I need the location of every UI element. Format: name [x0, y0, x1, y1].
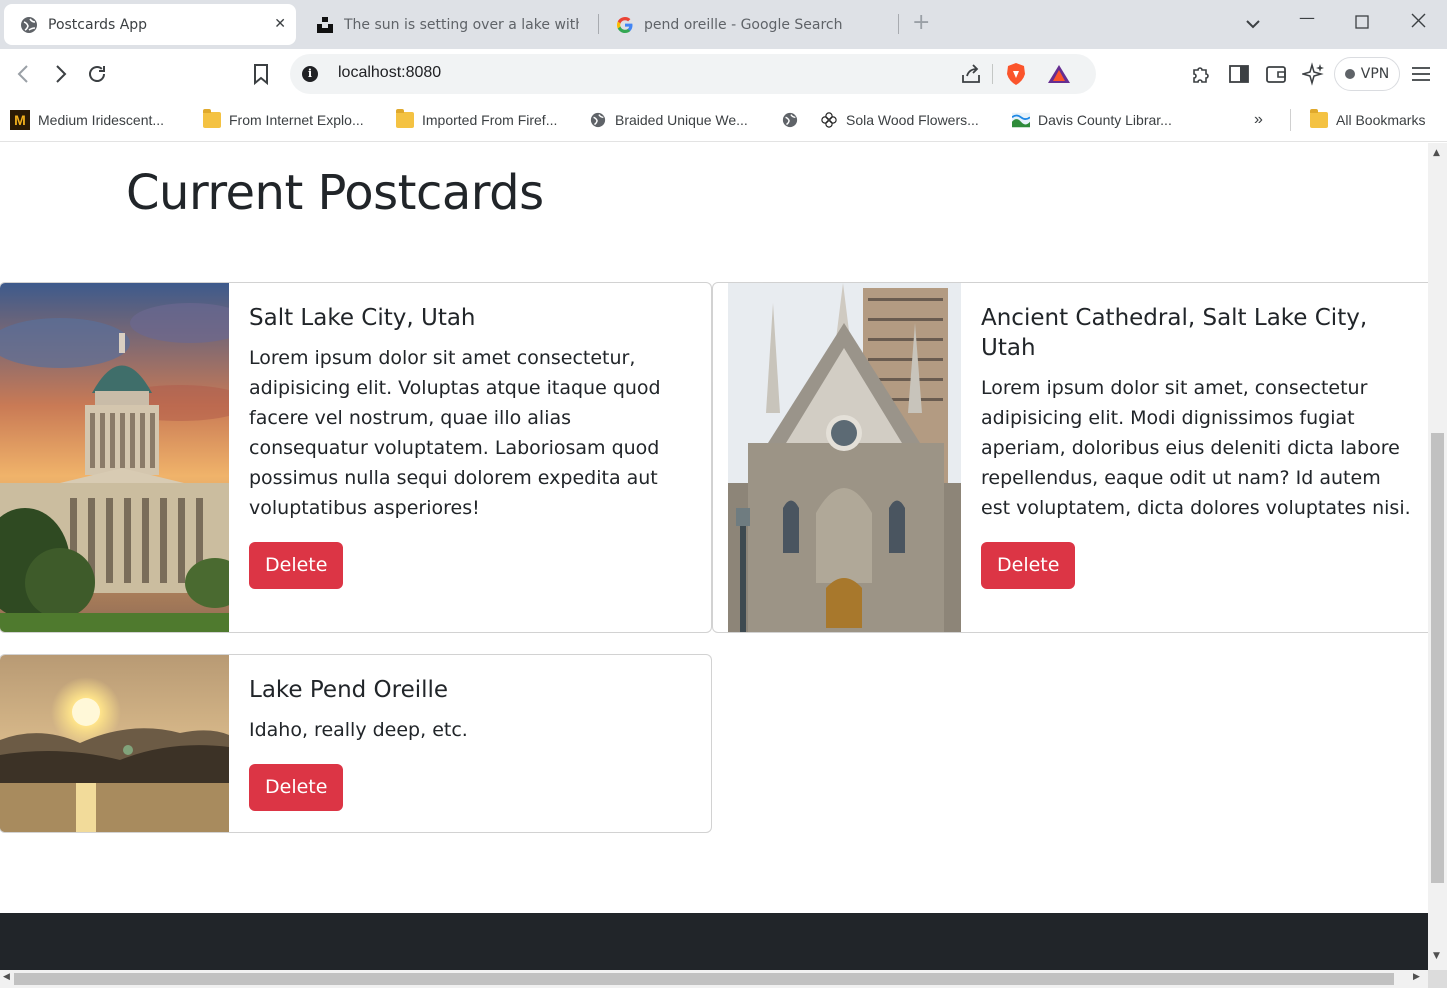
address-bar[interactable]: i localhost:8080	[290, 54, 1096, 94]
bookmark-label: Braided Unique We...	[615, 112, 748, 128]
browser-toolbar: i localhost:8080 VPN	[0, 49, 1447, 99]
m-logo-icon: M	[10, 110, 30, 130]
postcard-body: Salt Lake City, Utah Lorem ipsum dolor s…	[249, 303, 693, 589]
postcard-title: Salt Lake City, Utah	[249, 305, 476, 331]
omnibox-divider	[992, 64, 993, 84]
new-tab-icon[interactable]: +	[912, 10, 930, 35]
extensions-icon[interactable]	[1189, 62, 1213, 86]
menu-icon[interactable]	[1409, 62, 1433, 86]
brave-shields-icon[interactable]	[1005, 62, 1027, 86]
bookmark-label: From Internet Explo...	[229, 112, 364, 128]
bookmark-item[interactable]	[781, 109, 807, 131]
tab-separator	[898, 14, 899, 34]
globe-icon	[21, 16, 37, 33]
bookmarks-divider	[1290, 109, 1291, 131]
tab-strip: Postcards App ✕ The sun is setting over …	[0, 0, 1447, 49]
share-icon[interactable]	[960, 63, 982, 85]
page-viewport: Current Postcards Salt Lake City, Utah L…	[0, 143, 1428, 970]
delete-button[interactable]: Delete	[249, 542, 344, 589]
scrollbar-thumb[interactable]	[14, 973, 1394, 985]
bookmark-label: Sola Wood Flowers...	[846, 112, 979, 128]
bookmark-folder[interactable]: Imported From Firef...	[396, 109, 557, 131]
tab-google-search[interactable]: pend oreille - Google Search	[600, 4, 890, 45]
scroll-left-icon[interactable]: ◀	[3, 972, 10, 982]
folder-icon	[396, 109, 414, 128]
bookmark-item[interactable]: Braided Unique We...	[589, 109, 748, 131]
library-icon	[1012, 112, 1030, 128]
delete-button[interactable]: Delete	[249, 764, 344, 811]
postcard-title: Lake Pend Oreille	[249, 677, 449, 703]
bookmark-folder[interactable]: From Internet Explo...	[203, 109, 364, 131]
bookmark-item[interactable]: Sola Wood Flowers...	[820, 109, 979, 131]
postcard-text: Lorem ipsum dolor sit amet consectetur, …	[249, 347, 661, 519]
close-icon[interactable]: ✕	[274, 16, 286, 32]
more-bookmarks-icon[interactable]: »	[1254, 109, 1263, 131]
back-icon[interactable]	[12, 62, 36, 86]
bookmark-icon[interactable]	[249, 62, 273, 86]
postcard-body: Lake Pend Oreille Idaho, really deep, et…	[249, 675, 693, 811]
postcard-title: Ancient Cathedral, Salt Lake City, Utah	[981, 305, 1368, 361]
site-info-icon[interactable]: i	[302, 66, 318, 82]
lake-sunset-photo	[0, 655, 229, 832]
page-title: Current Postcards	[126, 165, 544, 221]
forward-icon[interactable]	[48, 62, 72, 86]
bookmarks-bar: M Medium Iridescent... From Internet Exp…	[0, 99, 1447, 142]
folder-icon	[1310, 109, 1328, 128]
tab-separator	[598, 14, 599, 34]
postcard-card: Lake Pend Oreille Idaho, really deep, et…	[0, 654, 712, 833]
vpn-button[interactable]: VPN	[1334, 57, 1400, 91]
cathedral-photo	[728, 283, 961, 632]
bookmark-label: Davis County Librar...	[1038, 112, 1172, 128]
all-bookmarks-folder[interactable]: All Bookmarks	[1310, 109, 1425, 131]
vertical-scrollbar[interactable]: ▲ ▼	[1428, 143, 1447, 970]
postcard-card: Salt Lake City, Utah Lorem ipsum dolor s…	[0, 282, 712, 633]
globe-icon	[782, 112, 798, 128]
brave-rewards-icon[interactable]	[1047, 63, 1071, 85]
vpn-label: VPN	[1360, 66, 1390, 82]
tab-unsplash[interactable]: The sun is setting over a lake with a	[300, 4, 590, 45]
delete-button[interactable]: Delete	[981, 542, 1076, 589]
wallet-icon[interactable]	[1264, 62, 1288, 86]
maximize-icon[interactable]	[1355, 14, 1369, 33]
flower-icon	[821, 112, 837, 128]
tab-title: The sun is setting over a lake with a	[344, 16, 579, 33]
tab-search-chevron-icon[interactable]	[1246, 14, 1260, 33]
google-icon	[617, 16, 633, 33]
tab-postcards-app[interactable]: Postcards App ✕	[4, 4, 296, 45]
leo-ai-icon[interactable]	[1302, 62, 1326, 86]
page-footer	[0, 913, 1428, 970]
postcard-text: Lorem ipsum dolor sit amet, consectetur …	[981, 377, 1411, 519]
postcard-body: Ancient Cathedral, Salt Lake City, Utah …	[981, 303, 1412, 589]
bookmark-label: Imported From Firef...	[422, 112, 558, 128]
unsplash-icon	[317, 16, 333, 33]
bookmark-label: Medium Iridescent...	[38, 112, 165, 128]
folder-icon	[203, 109, 221, 128]
scrollbar-corner	[1428, 970, 1447, 988]
all-bookmarks-label: All Bookmarks	[1336, 112, 1426, 128]
postcard-card: Ancient Cathedral, Salt Lake City, Utah …	[712, 282, 1428, 633]
scroll-down-icon[interactable]: ▼	[1433, 951, 1440, 961]
tab-title: Postcards App	[48, 16, 148, 33]
minimize-icon[interactable]: —	[1299, 8, 1315, 27]
scrollbar-thumb[interactable]	[1431, 433, 1444, 883]
scroll-up-icon[interactable]: ▲	[1433, 148, 1440, 158]
globe-icon	[590, 112, 606, 128]
close-window-icon[interactable]	[1411, 13, 1426, 32]
reload-icon[interactable]	[85, 62, 109, 86]
vpn-status-icon	[1344, 69, 1355, 79]
tab-title: pend oreille - Google Search	[644, 16, 843, 33]
capitol-building-photo	[0, 283, 229, 632]
sidebar-icon[interactable]	[1227, 62, 1251, 86]
horizontal-scrollbar[interactable]: ◀ ▶	[0, 970, 1428, 988]
bookmark-item[interactable]: Davis County Librar...	[1012, 109, 1172, 131]
postcard-text: Idaho, really deep, etc.	[249, 719, 468, 741]
url-text[interactable]: localhost:8080	[338, 64, 441, 82]
scroll-right-icon[interactable]: ▶	[1413, 972, 1420, 982]
bookmark-item[interactable]: M Medium Iridescent...	[10, 109, 164, 131]
